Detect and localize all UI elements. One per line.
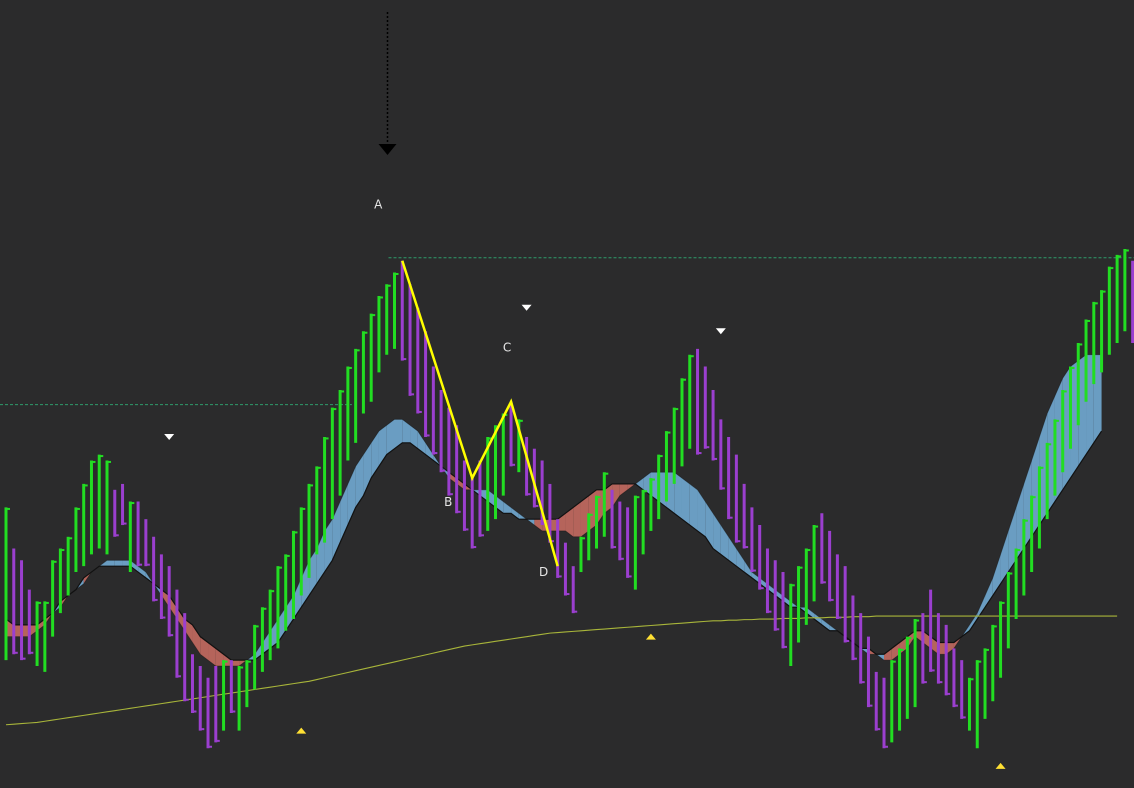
abcd-label-c: C (503, 341, 511, 355)
price-chart: A B C D (0, 0, 1134, 788)
abcd-label-a: A (374, 198, 383, 212)
chart-background (0, 0, 1134, 788)
cloud-segment (681, 478, 690, 526)
cloud-segment (689, 483, 698, 531)
cloud-segment (107, 560, 115, 567)
cloud-segment (114, 560, 123, 567)
abcd-label-b: B (444, 495, 452, 509)
abcd-label-d: D (539, 565, 548, 579)
